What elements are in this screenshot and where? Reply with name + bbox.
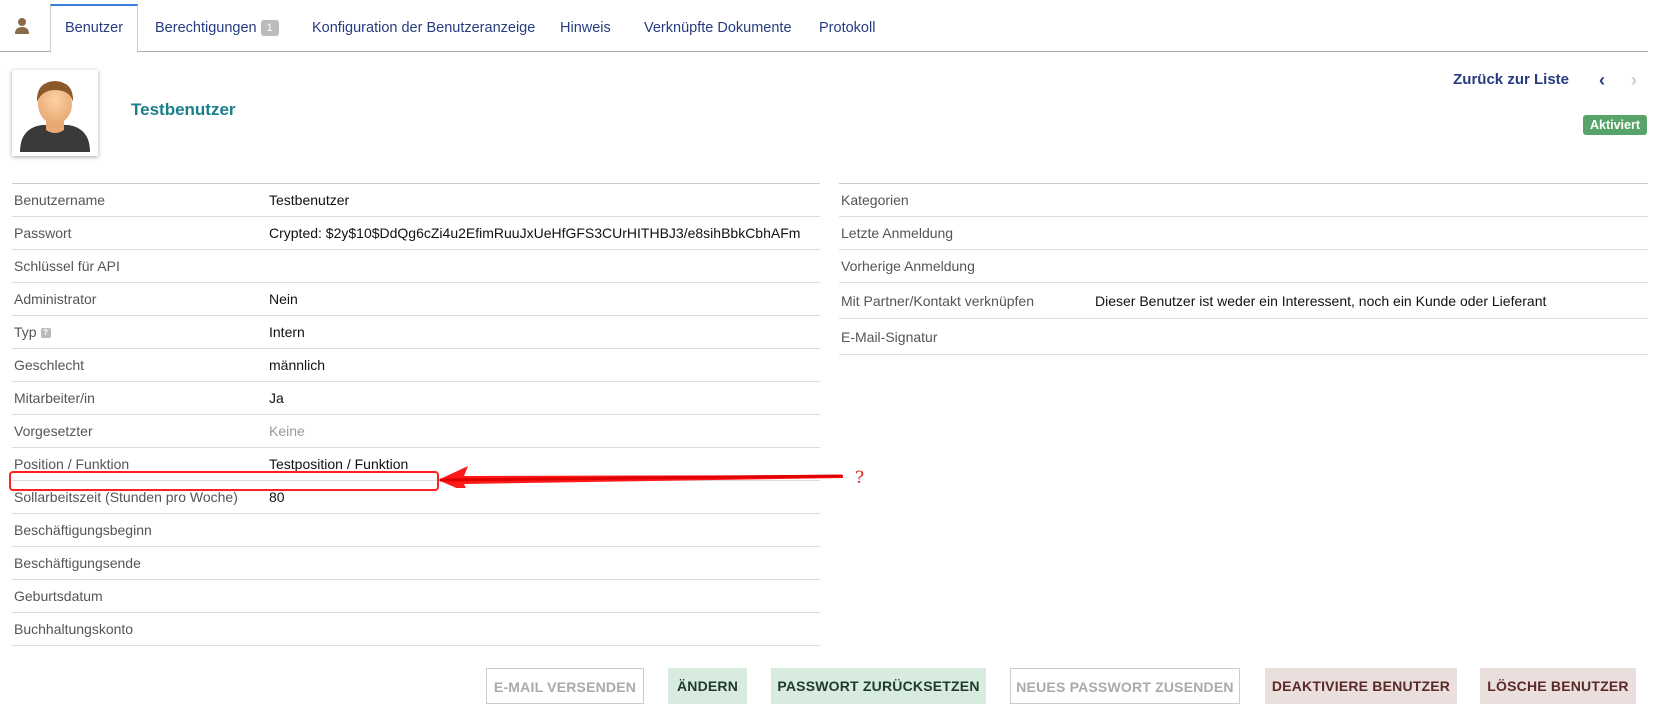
field-row-typ: Typ? Intern <box>12 316 820 349</box>
field-row-letzte-anmeldung: Letzte Anmeldung <box>839 217 1648 250</box>
field-value: Dieser Benutzer ist weder ein Interessen… <box>1095 292 1547 309</box>
field-row-beschaeftigungsende: Beschäftigungsende <box>12 547 820 580</box>
user-fields-left: Benutzername Testbenutzer Passwort Crypt… <box>12 183 820 646</box>
deactivate-user-button[interactable]: DEAKTIVIERE BENUTZER <box>1265 668 1457 704</box>
field-row-geschlecht: Geschlecht männlich <box>12 349 820 382</box>
tab-label: Benutzer <box>65 20 124 36</box>
user-icon[interactable] <box>14 16 30 36</box>
field-value: Intern <box>269 324 305 340</box>
user-fields-right: Kategorien Letzte Anmeldung Vorherige An… <box>839 183 1648 355</box>
field-row-beschaeftigungsbeginn: Beschäftigungsbeginn <box>12 514 820 547</box>
avatar[interactable] <box>12 70 98 156</box>
page-title: Testbenutzer <box>131 100 236 119</box>
field-label: Typ? <box>12 324 269 340</box>
chevron-left-icon[interactable]: ‹ <box>1599 70 1605 91</box>
field-label: Mit Partner/Kontakt verknüpfen <box>841 292 1034 309</box>
tab-label: Berechtigungen <box>155 20 257 36</box>
field-label: Geburtsdatum <box>14 588 103 604</box>
tab-benutzer[interactable]: Benutzer <box>50 4 139 53</box>
annotation-highlight-box <box>9 471 439 491</box>
field-row-kategorien: Kategorien <box>839 184 1648 217</box>
field-label: Kategorien <box>841 192 909 208</box>
field-row-administrator: Administrator Nein <box>12 283 820 316</box>
field-label: Mitarbeiter/in <box>14 390 95 406</box>
field-label: Position / Funktion <box>14 456 130 472</box>
tab-verknuepfte-dokumente[interactable]: Verknüpfte Dokumente <box>644 6 792 50</box>
delete-user-button[interactable]: LÖSCHE BENUTZER <box>1480 668 1636 704</box>
field-label-text: Typ <box>14 324 37 340</box>
field-row-vorherige-anmeldung: Vorherige Anmeldung <box>839 250 1648 283</box>
field-label: Geschlecht <box>14 357 85 373</box>
count-badge: 1 <box>260 20 279 36</box>
send-email-button[interactable]: E-MAIL VERSENDEN <box>486 668 644 704</box>
field-label: Benutzername <box>14 192 106 208</box>
field-label: Beschäftigungsbeginn <box>14 522 152 538</box>
tab-label: Verknüpfte Dokumente <box>644 20 792 36</box>
field-label: E-Mail-Signatur <box>841 328 938 345</box>
field-value: Testposition / Funktion <box>269 456 409 472</box>
field-label: Buchhaltungskonto <box>14 621 134 637</box>
edit-button[interactable]: ÄNDERN <box>668 668 747 704</box>
tab-label: Protokoll <box>819 20 876 36</box>
status-badge: Aktiviert <box>1582 115 1647 135</box>
field-row-email-signatur: E-Mail-Signatur <box>839 319 1648 355</box>
field-label: Vorgesetzter <box>14 423 93 439</box>
field-row-geburtsdatum: Geburtsdatum <box>12 580 820 613</box>
tab-label: Konfiguration der Benutzeranzeige <box>312 20 536 36</box>
send-new-password-button[interactable]: NEUES PASSWORT ZUSENDEN <box>1010 668 1240 704</box>
tab-konfiguration[interactable]: Konfiguration der Benutzeranzeige <box>312 6 535 50</box>
field-row-vorgesetzter: Vorgesetzter Keine <box>12 415 820 448</box>
field-value: 80 <box>269 489 285 505</box>
tab-hinweis[interactable]: Hinweis <box>560 6 611 50</box>
field-label: Schlüssel für API <box>14 258 120 274</box>
field-row-benutzername: Benutzername Testbenutzer <box>12 184 820 217</box>
chevron-right-icon[interactable]: › <box>1631 70 1637 91</box>
annotation-arrow-icon <box>438 466 843 488</box>
tab-bar: Benutzer Berechtigungen 1 Konfiguration d… <box>0 0 1648 53</box>
field-row-passwort: Passwort Crypted: $2y$10$DdQg6cZi4u2Efim… <box>12 217 820 250</box>
field-row-mitarbeiter: Mitarbeiter/in Ja <box>12 382 820 415</box>
field-row-partner-link: Mit Partner/Kontakt verknüpfen Dieser Be… <box>839 283 1648 319</box>
field-value: Keine <box>269 423 305 439</box>
field-label: Beschäftigungsende <box>14 555 141 571</box>
tab-protokoll[interactable]: Protokoll <box>819 6 875 50</box>
back-to-list-link[interactable]: Zurück zur Liste <box>1453 71 1569 88</box>
field-value: Crypted: $2y$10$DdQg6cZi4u2EfimRuuJxUeHf… <box>269 225 801 241</box>
field-row-api-key: Schlüssel für API <box>12 250 820 283</box>
field-value: Testbenutzer <box>269 192 350 208</box>
help-icon[interactable]: ? <box>40 328 51 339</box>
field-value: Ja <box>269 390 284 406</box>
tab-label: Hinweis <box>560 20 611 36</box>
field-label: Sollarbeitszeit (Stunden pro Woche) <box>14 489 238 505</box>
field-label: Vorherige Anmeldung <box>841 258 975 274</box>
user-avatar-icon <box>20 81 90 152</box>
reset-password-button[interactable]: PASSWORT ZURÜCKSETZEN <box>771 668 986 704</box>
field-label: Passwort <box>14 225 72 241</box>
field-value: Nein <box>269 291 298 307</box>
field-label: Letzte Anmeldung <box>841 225 954 241</box>
field-label: Administrator <box>14 291 97 307</box>
tab-berechtigungen[interactable]: Berechtigungen 1 <box>155 6 279 50</box>
field-row-buchhaltungskonto: Buchhaltungskonto <box>12 613 820 646</box>
field-value: männlich <box>269 357 326 373</box>
annotation-question-mark: ? <box>855 468 865 488</box>
